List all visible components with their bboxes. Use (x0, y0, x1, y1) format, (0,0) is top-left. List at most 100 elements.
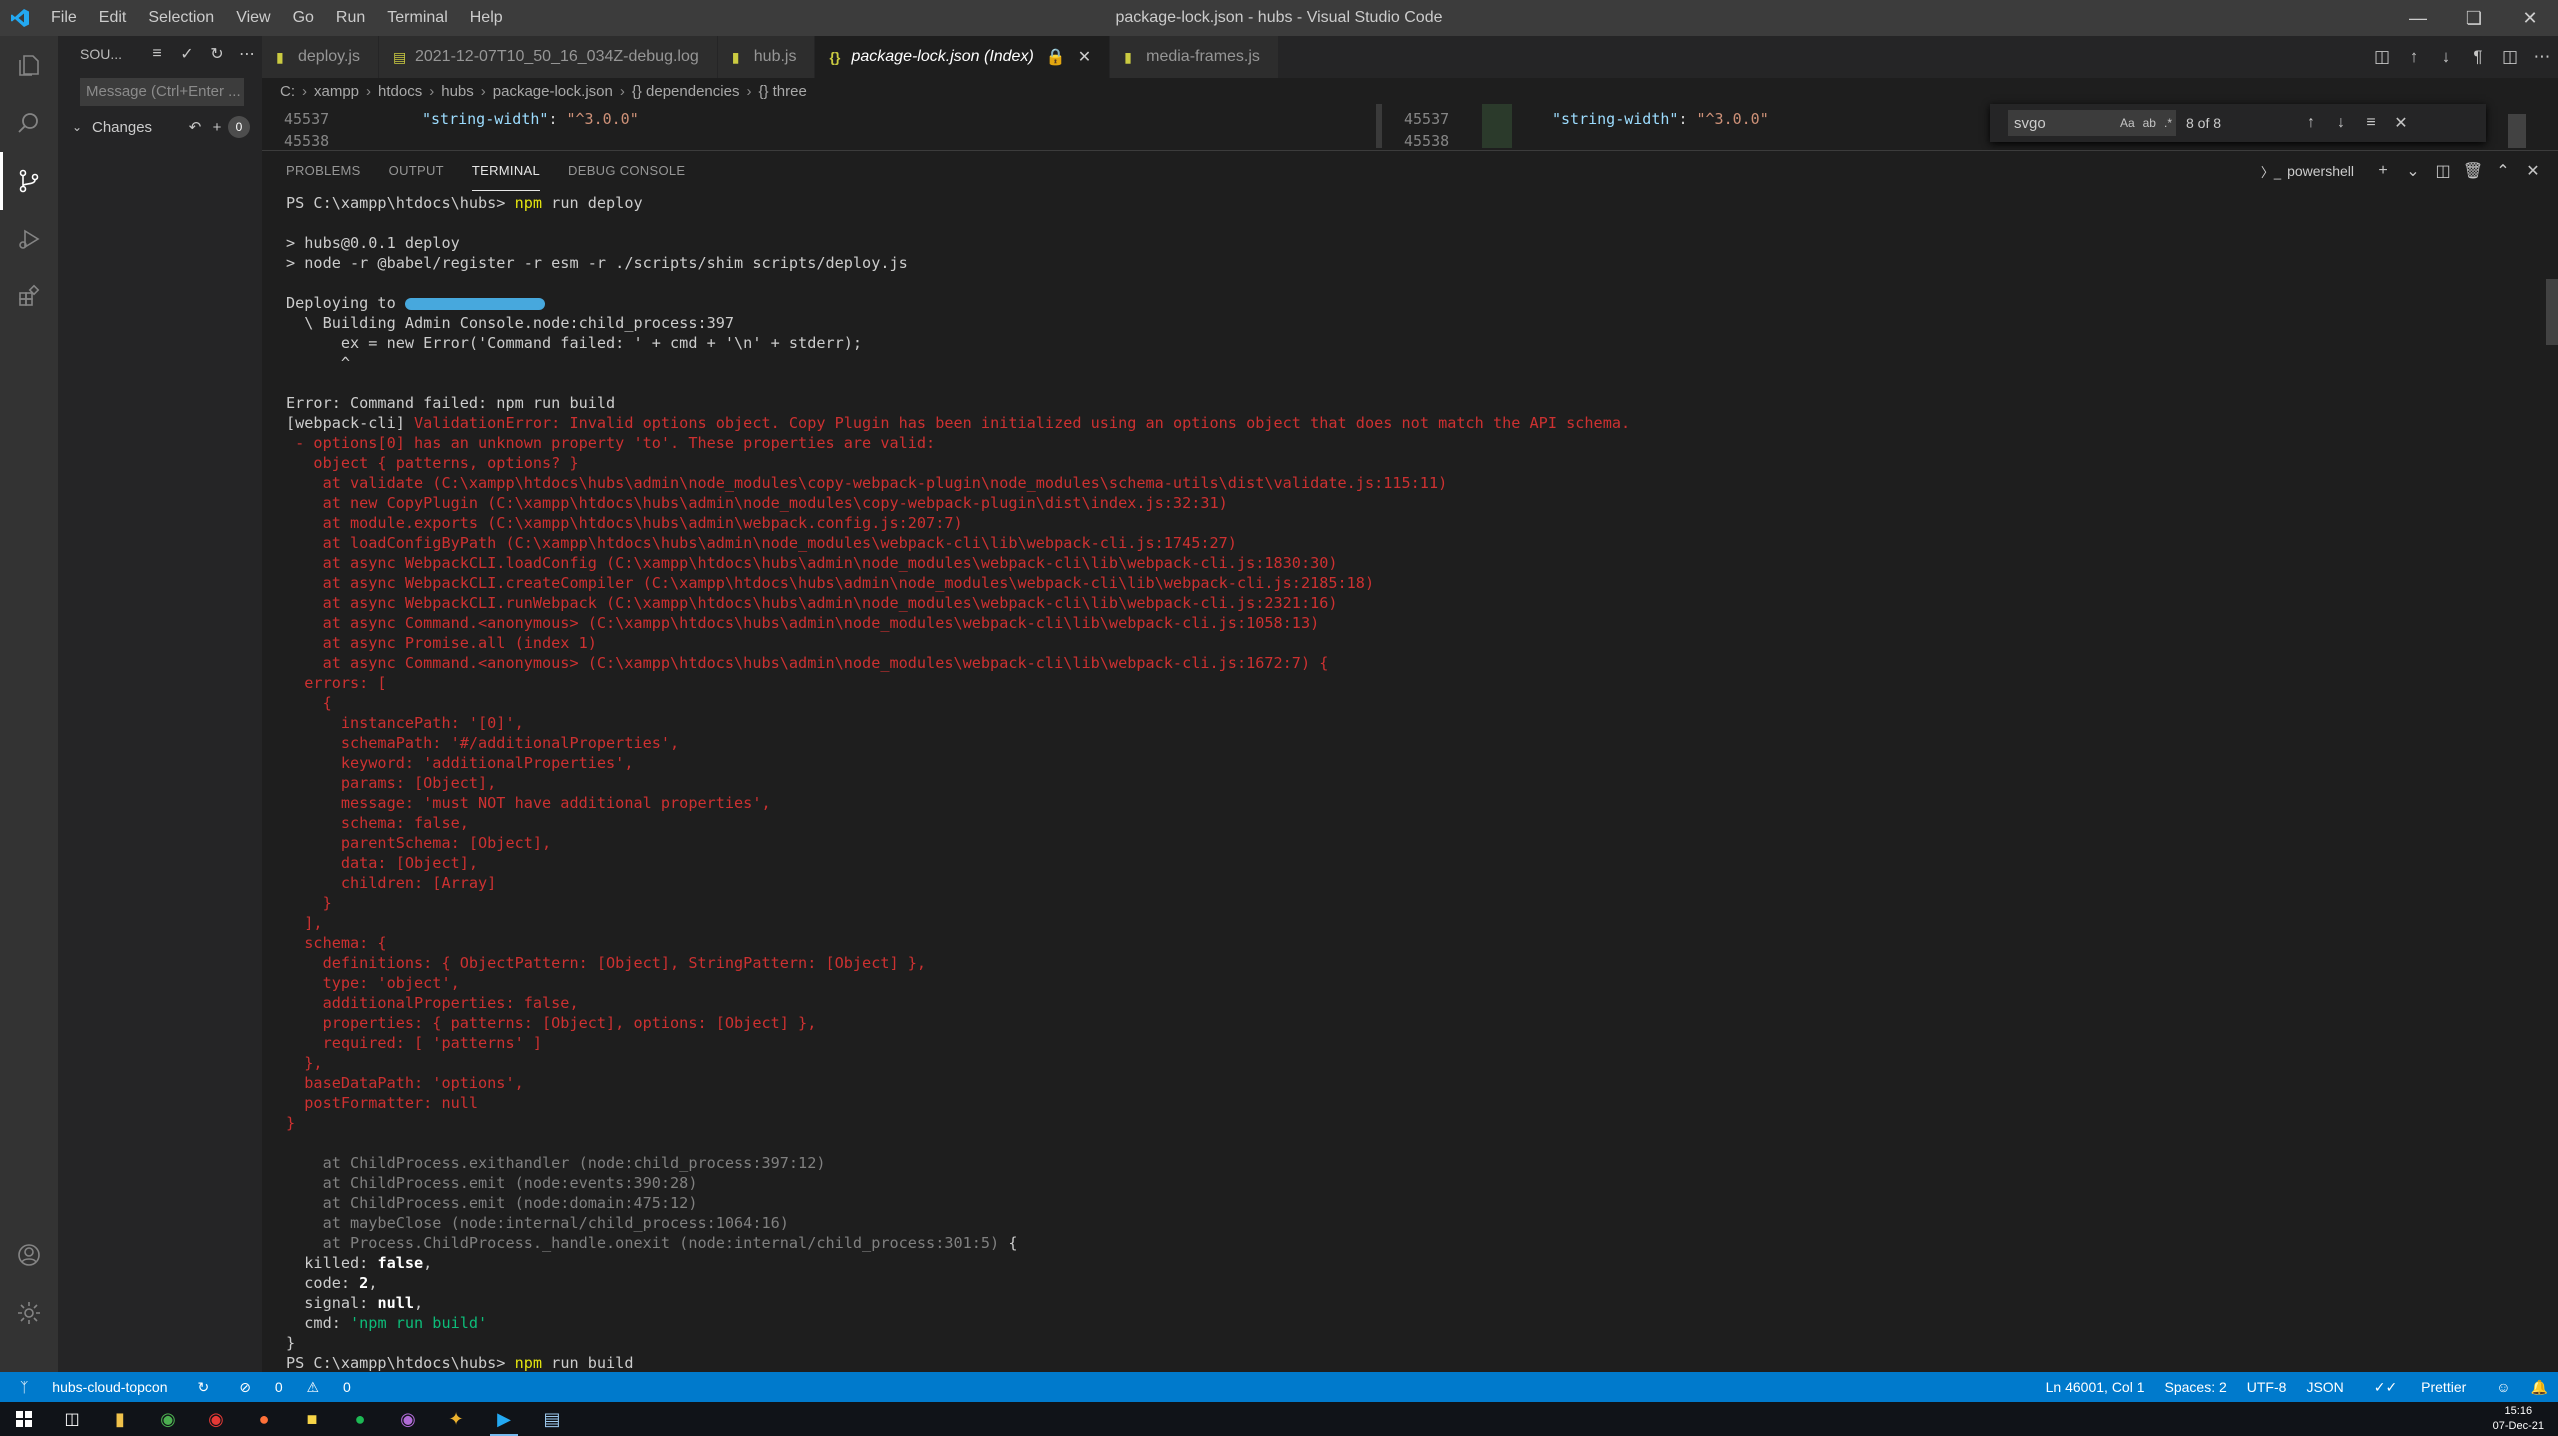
next-change-icon[interactable]: ↓ (2430, 47, 2462, 67)
maximize-panel-icon[interactable]: ⌃ (2488, 161, 2518, 181)
terminal-shell-selector[interactable]: 〉_ powershell (2261, 162, 2354, 181)
diff-left-pane[interactable]: 45537 "string-width": "^3.0.0" 45538 (262, 104, 1370, 148)
new-terminal-icon[interactable]: + (2368, 162, 2398, 180)
breadcrumb-item[interactable]: xampp (314, 83, 359, 100)
vscode-taskbar-icon[interactable]: ▶ (480, 1402, 528, 1436)
cursor-position[interactable]: Ln 46001, Col 1 (2036, 1379, 2155, 1395)
toggle-whitespace-icon[interactable]: ¶ (2462, 47, 2494, 67)
terminal-scrollbar-thumb[interactable] (2546, 279, 2558, 345)
stage-all-icon[interactable]: + (206, 119, 228, 136)
diff-right-pane[interactable]: 45537 "string-width": "^3.0.0" 45538 (1382, 104, 1982, 148)
accounts-icon[interactable] (0, 1226, 58, 1284)
terminal-line: baseDataPath: 'options', (286, 1073, 2516, 1093)
formatter-status[interactable]: ✓✓ Prettier (2354, 1379, 2486, 1396)
tab-output[interactable]: OUTPUT (389, 151, 444, 191)
tab-media-frames-js[interactable]: ▮ media-frames.js (1110, 36, 1279, 78)
language-mode[interactable]: JSON (2296, 1379, 2353, 1395)
close-window-icon[interactable]: ✕ (2502, 0, 2558, 36)
system-clock[interactable]: 15:16 07-Dec-21 (2493, 1404, 2544, 1434)
windows-start-icon[interactable] (0, 1402, 48, 1436)
kill-terminal-trash-icon[interactable]: 🗑 (2458, 161, 2488, 181)
notifications-bell-icon[interactable]: 🔔 (2521, 1379, 2558, 1396)
task-view-icon[interactable]: ◫ (48, 1402, 96, 1436)
firefox-icon[interactable]: ● (240, 1402, 288, 1436)
extensions-icon[interactable] (0, 268, 58, 326)
discord-icon[interactable]: ◉ (384, 1402, 432, 1436)
menu-file[interactable]: File (40, 0, 88, 36)
changes-group[interactable]: ⌄ Changes ↶ + 0 (58, 112, 262, 142)
menu-selection[interactable]: Selection (137, 0, 225, 36)
close-tab-icon[interactable]: ✕ (1078, 47, 1091, 67)
search-icon[interactable] (0, 94, 58, 152)
branch-indicator[interactable]: ᛉ hubs-cloud-topcon (0, 1379, 187, 1395)
breadcrumb-item[interactable]: hubs (441, 83, 474, 100)
previous-change-icon[interactable]: ↑ (2398, 47, 2430, 67)
encoding[interactable]: UTF-8 (2237, 1379, 2297, 1395)
changes-count-badge: 0 (228, 116, 250, 138)
sync-icon[interactable]: ↻ (187, 1379, 219, 1396)
view-as-tree-icon[interactable]: ≡ (142, 45, 172, 63)
match-whole-word-icon[interactable]: ab (2139, 116, 2160, 130)
source-control-icon[interactable] (0, 152, 58, 210)
sticky-notes-icon[interactable]: ■ (288, 1402, 336, 1436)
find-input[interactable]: svgo Aa ab .* (2008, 110, 2176, 136)
commit-check-icon[interactable]: ✓ (172, 44, 202, 64)
feedback-icon[interactable]: ☺ (2486, 1379, 2520, 1395)
source-control-sidebar: SOU... ≡ ✓ ↻ ⋯ Message (Ctrl+Enter ... ⌄… (58, 36, 262, 1372)
chrome-icon[interactable]: ◉ (144, 1402, 192, 1436)
breadcrumb-item[interactable]: {} three (758, 83, 806, 100)
tab-terminal[interactable]: TERMINAL (471, 151, 541, 191)
menu-run[interactable]: Run (325, 0, 376, 36)
tab-deploy-js[interactable]: ▮ deploy.js (262, 36, 379, 78)
terminal-text: ], (286, 914, 323, 932)
chrome-icon[interactable]: ◉ (192, 1402, 240, 1436)
breadcrumb-item[interactable]: package-lock.json (493, 83, 613, 100)
indentation[interactable]: Spaces: 2 (2155, 1379, 2237, 1395)
terminal-text: errors: [ (286, 674, 387, 692)
more-actions-icon[interactable]: ⋯ (232, 44, 262, 64)
notepad-icon[interactable]: ▤ (528, 1402, 576, 1436)
open-file-icon[interactable]: ◫ (2366, 47, 2398, 67)
problems-indicator[interactable]: ⊘ 0 ⚠ 0 (219, 1379, 371, 1396)
spotify-icon[interactable]: ● (336, 1402, 384, 1436)
close-panel-icon[interactable]: ✕ (2518, 161, 2548, 181)
split-terminal-icon[interactable]: ◫ (2428, 161, 2458, 181)
regex-icon[interactable]: .* (2160, 116, 2176, 130)
menu-view[interactable]: View (225, 0, 281, 36)
more-actions-icon[interactable]: ⋯ (2526, 47, 2558, 67)
chevron-down-icon[interactable]: ⌄ (2398, 161, 2428, 181)
terminal-output[interactable]: PS C:\xampp\htdocs\hubs> npm run deploy >… (286, 193, 2516, 1371)
commit-message-input[interactable]: Message (Ctrl+Enter ... (80, 78, 244, 106)
discard-all-icon[interactable]: ↶ (184, 118, 206, 136)
menu-terminal[interactable]: Terminal (376, 0, 458, 36)
tab-package-lock-json[interactable]: {} package-lock.json (Index) 🔒 ✕ (815, 36, 1111, 78)
file-explorer-icon[interactable]: ▮ (96, 1402, 144, 1436)
breadcrumb-item[interactable]: C: (280, 83, 295, 100)
tab-label: media-frames.js (1146, 48, 1260, 65)
tab-hub-js[interactable]: ▮ hub.js (717, 36, 816, 78)
menu-edit[interactable]: Edit (88, 0, 138, 36)
restore-icon[interactable]: ❏ (2446, 0, 2502, 36)
breadcrumb-item[interactable]: htdocs (378, 83, 422, 100)
menu-help[interactable]: Help (459, 0, 514, 36)
minimize-icon[interactable]: — (2390, 0, 2446, 36)
slack-icon[interactable]: ✦ (432, 1402, 480, 1436)
breadcrumb-item[interactable]: {} dependencies (632, 83, 740, 100)
menu-go[interactable]: Go (282, 0, 325, 36)
tab-problems[interactable]: PROBLEMS (286, 151, 361, 191)
tab-debug-console[interactable]: DEBUG CONSOLE (568, 151, 685, 191)
previous-match-icon[interactable]: ↑ (2296, 114, 2326, 132)
terminal-line: at module.exports (C:\xampp\htdocs\hubs\… (286, 513, 2516, 533)
settings-gear-icon[interactable] (0, 1284, 58, 1342)
explorer-icon[interactable] (0, 36, 58, 94)
next-match-icon[interactable]: ↓ (2326, 114, 2356, 132)
match-case-icon[interactable]: Aa (2116, 116, 2139, 130)
close-find-icon[interactable]: ✕ (2386, 113, 2416, 133)
error-count: 0 (274, 1378, 283, 1395)
run-debug-icon[interactable] (0, 210, 58, 268)
find-in-selection-icon[interactable]: ≡ (2356, 114, 2386, 132)
split-editor-icon[interactable]: ◫ (2494, 47, 2526, 67)
editor-scrollbar-thumb[interactable] (2508, 114, 2526, 148)
tab-debug-log[interactable]: ▤ 2021-12-07T10_50_16_034Z-debug.log (378, 36, 718, 78)
refresh-icon[interactable]: ↻ (202, 44, 232, 64)
